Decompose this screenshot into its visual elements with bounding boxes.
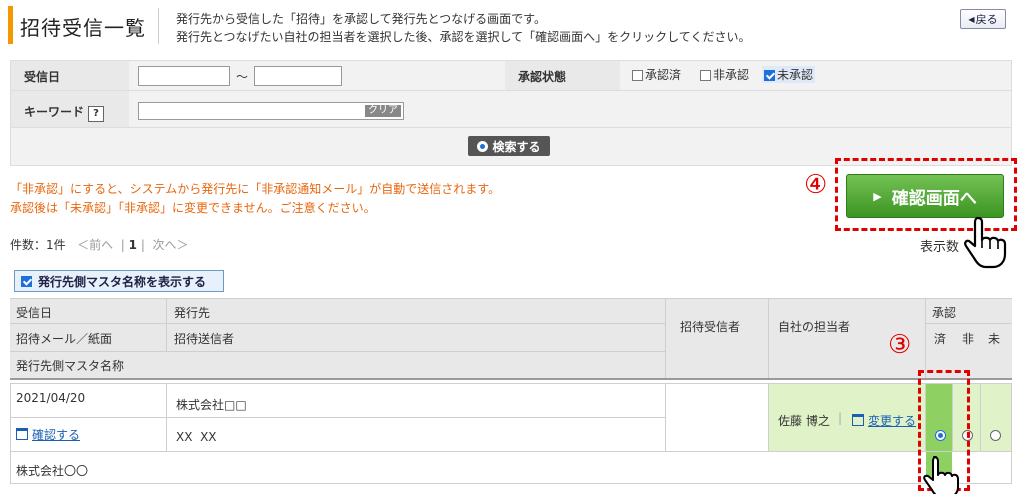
window-icon [16, 428, 28, 440]
step-3-marker: ③ [888, 330, 912, 360]
table-hline-2 [10, 351, 665, 352]
search-button[interactable]: 検索する [468, 136, 550, 156]
back-arrow-icon: ◀ [968, 14, 975, 24]
show-master-label: 発行先側マスタ名称を表示する [38, 274, 207, 289]
hand-pointer-icon [964, 216, 1007, 269]
col-issuer: 発行先 [174, 306, 211, 320]
row-confirm-link[interactable]: 確認する [32, 428, 80, 442]
keyword-label: キーワード [24, 105, 85, 119]
page-description-line1: 発行先から受信した「招待」を承認して発行先とつなげる画面です。 [176, 12, 546, 26]
row-change-link-wrap[interactable]: 変更する [852, 412, 916, 429]
col-approval-done: 済 [934, 332, 947, 346]
display-count-label: 表示数 [920, 240, 960, 255]
rejected-checkbox[interactable] [700, 70, 711, 81]
page-title: 招待受信一覧 [20, 16, 146, 40]
row-vline-f [980, 383, 981, 451]
play-arrow-icon: ▶ [873, 189, 882, 203]
table-vline-a [166, 298, 167, 351]
row-vline-a [166, 383, 167, 451]
row-confirm-link-wrap[interactable]: 確認する [16, 426, 80, 443]
table-vline-d [925, 298, 926, 378]
keyword-input[interactable]: クリア [138, 102, 404, 120]
row-vline-c [768, 383, 769, 451]
row-issuer: 株式会社□□ [176, 398, 247, 412]
keyword-label-wrap: キーワード? [24, 103, 105, 122]
title-accent-bar [8, 6, 13, 44]
magnifier-icon [477, 140, 489, 152]
hand-pointer-icon [923, 456, 959, 494]
row-sender: XX XX [176, 430, 217, 444]
table-header [10, 298, 1012, 378]
pending-checkbox[interactable] [764, 70, 775, 81]
date-range-separator: ～ [236, 70, 249, 84]
row-person-sep: | [838, 411, 843, 425]
approval-status-label: 承認状態 [518, 70, 567, 84]
row-hline-2 [10, 451, 1012, 452]
pending-label: 未承認 [777, 68, 814, 82]
row-vline-right [1011, 383, 1012, 483]
row-border-bottom [10, 483, 1012, 484]
next-page-link[interactable]: 次へ＞ [153, 238, 189, 252]
approved-checkbox[interactable] [632, 70, 643, 81]
row-hline-1 [10, 417, 665, 418]
status-filter-rejected[interactable]: 非承認 [700, 66, 749, 83]
row-vline-left [10, 383, 11, 483]
show-master-checkbox[interactable] [21, 275, 32, 287]
col-master-name: 発行先側マスタ名称 [16, 359, 125, 373]
approved-label: 承認済 [645, 68, 682, 82]
search-row-divider-1 [10, 90, 1012, 91]
clear-button-label: クリア [368, 105, 398, 116]
table-vline-c [768, 298, 769, 378]
rejected-label: 非承認 [713, 68, 750, 82]
confirm-button-label: 確認画面へ [891, 188, 977, 209]
window-icon [852, 414, 864, 426]
notice-line1: 「非承認」にすると、システムから発行先に「非承認通知メール」が自動で送信されます… [10, 182, 501, 196]
status-filter-approved[interactable]: 承認済 [632, 66, 681, 83]
search-button-label: 検索する [492, 139, 541, 154]
table-hline-1b [925, 323, 1012, 324]
current-page: 1 [128, 238, 137, 252]
help-icon[interactable]: ? [88, 106, 105, 122]
pager: 件数：1件 ＜前へ | 1 | 次へ＞ [10, 238, 189, 252]
table-hline-3 [10, 378, 1012, 380]
row-own-person: 佐藤 博之 [778, 414, 830, 428]
col-received-date: 受信日 [16, 306, 53, 320]
prev-page-link[interactable]: ＜前へ [77, 238, 113, 252]
table-hline-1 [10, 323, 665, 324]
col-approval-pending: 未 [988, 332, 1001, 346]
notice-line2: 承認後は「未承認」「非承認」に変更できません。ご注意ください。 [10, 201, 376, 215]
row-received-date: 2021/04/20 [16, 391, 86, 405]
col-invite-sender: 招待送信者 [174, 332, 235, 346]
approval-pending-radio[interactable] [990, 430, 1001, 441]
row-master-name: 株式会社〇〇 [16, 464, 89, 478]
clear-button[interactable]: クリア [365, 105, 401, 117]
search-row-divider-2 [10, 127, 1012, 128]
row-vline-b [665, 383, 666, 451]
row-change-link[interactable]: 変更する [868, 414, 916, 428]
step-4-marker: ④ [804, 170, 828, 200]
show-master-name-button[interactable]: 発行先側マスタ名称を表示する [14, 270, 224, 292]
col-approval-reject: 非 [962, 332, 975, 346]
col-own-person: 自社の担当者 [778, 320, 851, 334]
back-button-label: 戻る [975, 13, 998, 26]
status-filter-pending[interactable]: 未承認 [762, 66, 816, 83]
row-border-top [10, 383, 1012, 384]
result-count: 件数：1件 [10, 238, 66, 252]
col-approval: 承認 [932, 306, 957, 320]
date-to-input[interactable] [254, 66, 342, 86]
back-button[interactable]: ◀ 戻る [960, 9, 1006, 29]
confirm-screen-button[interactable]: ▶ 確認画面へ [846, 174, 1004, 218]
title-divider [158, 8, 159, 44]
col-invite-receiver: 招待受信者 [680, 320, 741, 334]
table-border-top [10, 298, 1012, 299]
col-invite-mail: 招待メール／紙面 [16, 332, 113, 346]
date-from-input[interactable] [138, 66, 230, 86]
page-description-line2: 発行先とつなげたい自社の担当者を選択した後、承認を選択して「確認画面へ」をクリッ… [176, 30, 751, 44]
received-date-label: 受信日 [24, 70, 61, 84]
table-vline-b [665, 298, 666, 378]
